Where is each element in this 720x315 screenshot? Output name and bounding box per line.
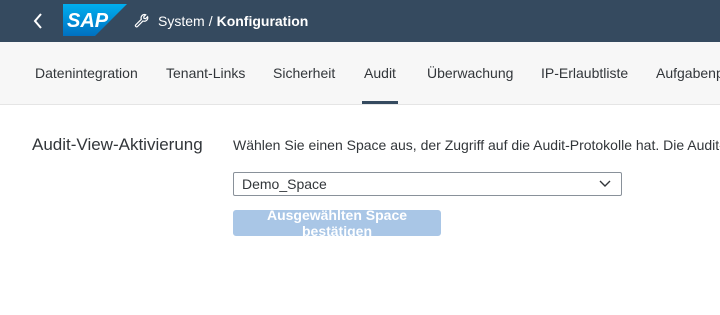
shell-title: System / Konfiguration	[134, 0, 308, 42]
tab-sicherheit[interactable]: Sicherheit	[273, 42, 335, 104]
tab-label: IP-Erlaubtliste	[541, 65, 629, 81]
confirm-space-button[interactable]: Ausgewählten Space bestätigen	[233, 207, 441, 239]
space-select-value: Demo_Space	[242, 176, 327, 192]
section-label: Audit-View-Aktivierung	[32, 135, 203, 154]
wrench-icon	[134, 13, 149, 28]
tab-label: Audit	[364, 65, 396, 81]
title-page: Konfiguration	[216, 13, 309, 29]
tab-bar: Datenintegration Tenant-Links Sicherheit…	[0, 42, 720, 105]
tab-datenintegration[interactable]: Datenintegration	[35, 42, 138, 104]
tab-audit[interactable]: Audit	[362, 42, 398, 104]
tab-ueberwachung[interactable]: Überwachung	[427, 42, 513, 104]
chevron-down-icon[interactable]	[599, 179, 611, 189]
title-separator: /	[208, 13, 213, 29]
logo-text: SAP	[67, 10, 109, 32]
tab-aufgabenplanung[interactable]: Aufgabenp	[656, 42, 720, 104]
tab-tenant-links[interactable]: Tenant-Links	[166, 42, 245, 104]
shell-bar: SAP System / Konfiguration	[0, 0, 720, 42]
tab-label: Tenant-Links	[166, 65, 246, 81]
section-description: Wählen Sie einen Space aus, der Zugriff …	[233, 137, 720, 153]
tab-label: Sicherheit	[273, 65, 336, 81]
tab-label: Überwachung	[427, 65, 514, 81]
tab-ip-erlaubtliste[interactable]: IP-Erlaubtliste	[541, 42, 628, 104]
tab-label: Datenintegration	[35, 65, 138, 81]
chevron-left-icon	[33, 13, 42, 29]
sap-logo[interactable]: SAP	[63, 4, 127, 36]
back-button[interactable]	[24, 0, 52, 42]
space-select[interactable]: Demo_Space	[233, 172, 622, 196]
active-tab-indicator	[362, 101, 398, 104]
tab-label: Aufgabenp	[656, 65, 720, 81]
title-section[interactable]: System	[158, 13, 205, 29]
